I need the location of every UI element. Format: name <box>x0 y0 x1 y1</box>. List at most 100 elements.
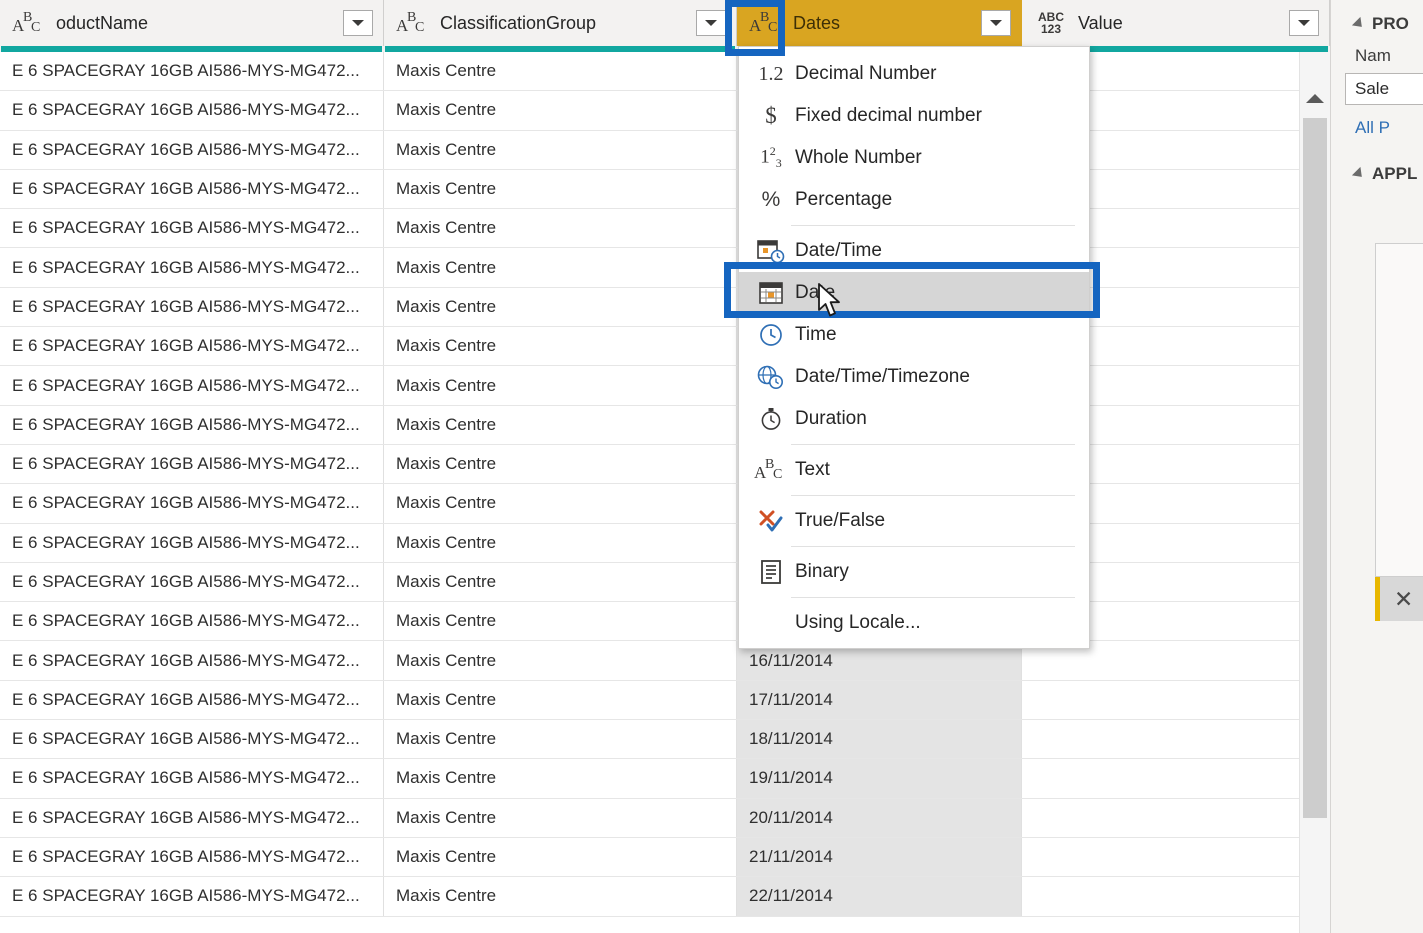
cell-classificationgroup[interactable]: Maxis Centre <box>384 52 737 91</box>
data-rows-container[interactable]: E 6 SPACEGRAY 16GB AI586-MYS-MG472... Max… <box>0 52 1330 933</box>
table-row[interactable]: E 6 SPACEGRAY 16GB AI586-MYS-MG472... Max… <box>0 52 1330 92</box>
list-item[interactable]: C <box>1376 343 1423 376</box>
cell-dates[interactable]: 20/11/2014 <box>737 798 1022 837</box>
table-row[interactable]: E 6 SPACEGRAY 16GB AI586-MYS-MG472... Max… <box>0 680 1330 721</box>
data-type-dropdown-menu[interactable]: 1.2 Decimal Number $ Fixed decimal number 12… <box>738 46 1090 649</box>
table-row[interactable]: E 6 SPACEGRAY 16GB AI586-MYS-MG472... Max… <box>0 366 1330 406</box>
cell-classificationgroup[interactable]: Maxis Centre <box>384 287 737 327</box>
cell-productname[interactable]: E 6 SPACEGRAY 16GB AI586-MYS-MG472... <box>0 366 384 405</box>
table-row[interactable]: E 6 SPACEGRAY 16GB AI586-MYS-MG472... Max… <box>0 641 1330 681</box>
table-row[interactable]: E 6 SPACEGRAY 16GB AI586-MYS-MG472... Max… <box>0 562 1330 603</box>
list-item[interactable]: R <box>1376 277 1423 310</box>
abc123-any-icon[interactable]: ABC 123 <box>1034 8 1068 38</box>
cell-classificationgroup[interactable]: Maxis Centre <box>384 641 737 680</box>
column-filter-button[interactable] <box>981 10 1011 36</box>
cell-value[interactable] <box>1022 680 1330 720</box>
query-name-input[interactable]: Sale <box>1345 73 1423 105</box>
cell-productname[interactable]: E 6 SPACEGRAY 16GB AI586-MYS-MG472... <box>0 209 384 248</box>
cell-productname[interactable]: E 6 SPACEGRAY 16GB AI586-MYS-MG472... <box>0 680 384 720</box>
cell-productname[interactable]: E 6 SPACEGRAY 16GB AI586-MYS-MG472... <box>0 444 384 484</box>
cell-productname[interactable]: E 6 SPACEGRAY 16GB AI586-MYS-MG472... <box>0 248 384 287</box>
scrollbar-thumb[interactable] <box>1303 118 1327 818</box>
cell-productname[interactable]: E 6 SPACEGRAY 16GB AI586-MYS-MG472... <box>0 405 384 444</box>
scroll-up-arrow-icon[interactable] <box>1300 84 1330 112</box>
column-header-dates[interactable]: A B C Dates <box>737 0 1022 46</box>
table-row[interactable]: E 6 SPACEGRAY 16GB AI586-MYS-MG472... Max… <box>0 209 1330 249</box>
cell-dates[interactable]: 21/11/2014 <box>737 837 1022 877</box>
table-row[interactable]: E 6 SPACEGRAY 16GB AI586-MYS-MG472... Max… <box>0 759 1330 799</box>
table-row[interactable]: E 6 SPACEGRAY 16GB AI586-MYS-MG472... Max… <box>0 444 1330 485</box>
table-row[interactable]: E 6 SPACEGRAY 16GB AI586-MYS-MG472... Max… <box>0 169 1330 210</box>
table-row[interactable]: E 6 SPACEGRAY 16GB AI586-MYS-MG472... Max… <box>0 837 1330 878</box>
cell-classificationgroup[interactable]: Maxis Centre <box>384 562 737 602</box>
abc-text-icon[interactable]: ABC <box>396 8 430 38</box>
properties-section-header[interactable]: PRO <box>1351 14 1423 34</box>
cell-classificationgroup[interactable]: Maxis Centre <box>384 366 737 405</box>
cell-productname[interactable]: E 6 SPACEGRAY 16GB AI586-MYS-MG472... <box>0 130 384 169</box>
menu-item-fixed-decimal-number[interactable]: $ Fixed decimal number <box>739 95 1089 137</box>
cell-value[interactable] <box>1022 798 1330 837</box>
menu-item-percentage[interactable]: % Percentage <box>739 179 1089 221</box>
column-filter-button[interactable] <box>696 10 726 36</box>
list-item[interactable]: R <box>1376 508 1423 541</box>
cell-productname[interactable]: E 6 SPACEGRAY 16GB AI586-MYS-MG472... <box>0 169 384 209</box>
list-item[interactable]: C <box>1376 442 1423 475</box>
menu-item-date-time-timezone[interactable]: Date/Time/Timezone <box>739 356 1089 398</box>
cell-dates[interactable]: 22/11/2014 <box>737 877 1022 916</box>
cell-productname[interactable]: E 6 SPACEGRAY 16GB AI586-MYS-MG472... <box>0 327 384 366</box>
cell-dates[interactable]: 19/11/2014 <box>737 759 1022 798</box>
menu-item-time[interactable]: Time <box>739 314 1089 356</box>
vertical-scrollbar[interactable] <box>1299 52 1330 933</box>
cell-classificationgroup[interactable]: Maxis Centre <box>384 602 737 641</box>
cell-productname[interactable]: E 6 SPACEGRAY 16GB AI586-MYS-MG472... <box>0 798 384 837</box>
menu-item-date-time[interactable]: Date/Time <box>739 230 1089 272</box>
cell-productname[interactable]: E 6 SPACEGRAY 16GB AI586-MYS-MG472... <box>0 562 384 602</box>
menu-item-binary[interactable]: Binary <box>739 551 1089 593</box>
table-row[interactable]: E 6 SPACEGRAY 16GB AI586-MYS-MG472... Max… <box>0 523 1330 563</box>
cell-value[interactable] <box>1022 837 1330 877</box>
table-row[interactable]: E 6 SPACEGRAY 16GB AI586-MYS-MG472... Max… <box>0 877 1330 917</box>
cell-classificationgroup[interactable]: Maxis Centre <box>384 680 737 720</box>
list-item[interactable]: R <box>1376 475 1423 508</box>
cell-productname[interactable]: E 6 SPACEGRAY 16GB AI586-MYS-MG472... <box>0 484 384 523</box>
table-row[interactable]: E 6 SPACEGRAY 16GB AI586-MYS-MG472... Max… <box>0 602 1330 642</box>
menu-item-text[interactable]: A B C Text <box>739 449 1089 491</box>
cell-classificationgroup[interactable]: Maxis Centre <box>384 248 737 287</box>
cell-productname[interactable]: E 6 SPACEGRAY 16GB AI586-MYS-MG472... <box>0 720 384 759</box>
table-row[interactable]: E 6 SPACEGRAY 16GB AI586-MYS-MG472... Max… <box>0 130 1330 170</box>
cell-classificationgroup[interactable]: Maxis Centre <box>384 209 737 248</box>
cell-dates[interactable]: 17/11/2014 <box>737 680 1022 720</box>
cell-classificationgroup[interactable]: Maxis Centre <box>384 444 737 484</box>
list-item[interactable]: R <box>1376 310 1423 343</box>
cell-productname[interactable]: E 6 SPACEGRAY 16GB AI586-MYS-MG472... <box>0 523 384 562</box>
table-row[interactable]: E 6 SPACEGRAY 16GB AI586-MYS-MG472... Max… <box>0 484 1330 524</box>
menu-item-date[interactable]: Date <box>739 272 1089 314</box>
cell-value[interactable] <box>1022 759 1330 798</box>
delete-step-icon[interactable]: ✕ <box>1394 586 1413 613</box>
table-row[interactable]: E 6 SPACEGRAY 16GB AI586-MYS-MG472... Max… <box>0 287 1330 328</box>
cell-dates[interactable]: 18/11/2014 <box>737 720 1022 759</box>
table-row[interactable]: E 6 SPACEGRAY 16GB AI586-MYS-MG472... Max… <box>0 327 1330 367</box>
column-header-value[interactable]: ABC 123 Value <box>1022 0 1330 46</box>
list-item[interactable]: S <box>1376 244 1423 277</box>
collapse-triangle-icon[interactable] <box>1351 16 1367 32</box>
applied-steps-list[interactable]: S R R C R R C R R <box>1375 243 1423 577</box>
cell-productname[interactable]: E 6 SPACEGRAY 16GB AI586-MYS-MG472... <box>0 52 384 91</box>
cell-classificationgroup[interactable]: Maxis Centre <box>384 405 737 444</box>
cell-classificationgroup[interactable]: Maxis Centre <box>384 523 737 562</box>
abc-text-icon[interactable]: ABC <box>749 8 783 38</box>
all-properties-link[interactable]: All P <box>1355 118 1423 138</box>
cell-productname[interactable]: E 6 SPACEGRAY 16GB AI586-MYS-MG472... <box>0 759 384 798</box>
table-row[interactable]: E 6 SPACEGRAY 16GB AI586-MYS-MG472... Max… <box>0 720 1330 760</box>
column-filter-button[interactable] <box>343 10 373 36</box>
applied-steps-section-header[interactable]: APPL <box>1351 164 1423 184</box>
list-item[interactable]: R <box>1376 409 1423 442</box>
cell-value[interactable]: 1 <box>1022 720 1330 759</box>
list-item[interactable]: R <box>1376 376 1423 409</box>
cell-classificationgroup[interactable]: Maxis Centre <box>384 720 737 759</box>
cell-productname[interactable]: E 6 SPACEGRAY 16GB AI586-MYS-MG472... <box>0 641 384 680</box>
cell-productname[interactable]: E 6 SPACEGRAY 16GB AI586-MYS-MG472... <box>0 91 384 130</box>
menu-item-using-locale[interactable]: Using Locale... <box>739 602 1089 644</box>
cell-productname[interactable]: E 6 SPACEGRAY 16GB AI586-MYS-MG472... <box>0 287 384 327</box>
menu-item-whole-number[interactable]: 123 Whole Number <box>739 137 1089 179</box>
